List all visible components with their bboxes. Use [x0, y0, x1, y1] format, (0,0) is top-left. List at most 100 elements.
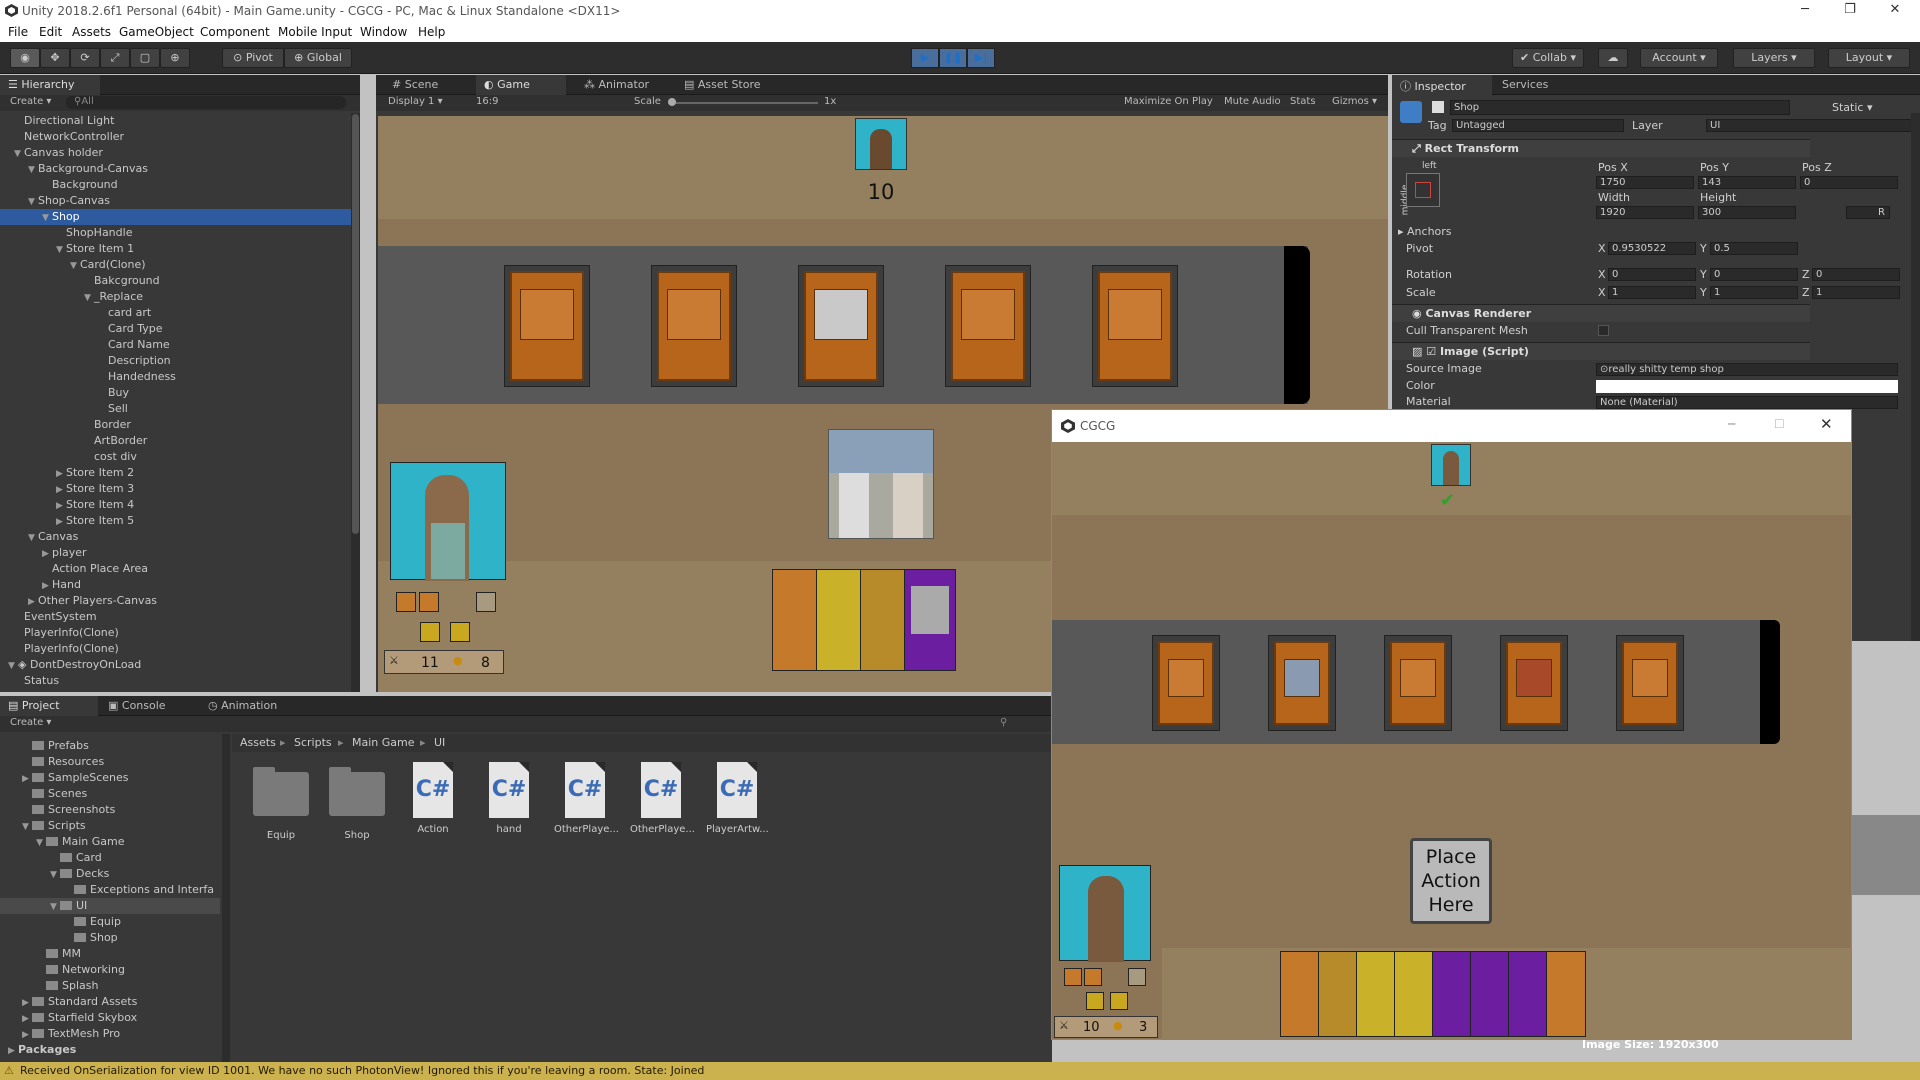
cgcg-equip-slot-2[interactable]	[1084, 968, 1102, 986]
expand-down-icon[interactable]: ▼	[50, 899, 60, 915]
hierarchy-item[interactable]: ShopHandle	[0, 225, 358, 241]
collapse-right-icon[interactable]: ▶	[22, 1027, 32, 1043]
pivot-y-field[interactable]: 0.5	[1710, 242, 1798, 255]
menu-component[interactable]: Component	[200, 25, 270, 39]
expand-down-icon[interactable]: ▼	[50, 867, 60, 883]
hierarchy-item[interactable]: NetworkController	[0, 129, 358, 145]
cgcg-shop-card-5[interactable]	[1616, 635, 1684, 731]
hierarchy-item[interactable]: ▶ Store Item 4	[0, 497, 358, 513]
breadcrumb-scripts[interactable]: Scripts	[294, 734, 332, 752]
hierarchy-item[interactable]: Background	[0, 177, 358, 193]
posx-field[interactable]: 1750	[1596, 176, 1694, 189]
project-search-icon[interactable]: ⚲	[1000, 717, 1007, 728]
rot-z-field[interactable]: 0	[1812, 268, 1900, 281]
project-folder-item[interactable]: ▼ UI	[0, 898, 220, 914]
stats-toggle[interactable]: Stats	[1290, 96, 1316, 107]
expand-down-icon[interactable]: ▼	[22, 819, 32, 835]
hierarchy-search-input[interactable]: ⚲All	[66, 96, 346, 109]
expand-down-icon[interactable]: ▼	[70, 258, 80, 274]
project-folder-item[interactable]: Networking	[0, 962, 220, 978]
shop-card-2[interactable]	[651, 265, 737, 387]
scale-slider[interactable]	[668, 102, 818, 104]
maximize-icon[interactable]: ❐	[1830, 2, 1870, 17]
expand-down-icon[interactable]: ▼	[14, 146, 24, 162]
hierarchy-item[interactable]: Buy	[0, 385, 358, 401]
hierarchy-item[interactable]: Card Type	[0, 321, 358, 337]
pivot-x-field[interactable]: 0.9530522	[1608, 242, 1696, 255]
mute-audio-toggle[interactable]: Mute Audio	[1224, 96, 1281, 107]
expand-down-icon[interactable]: ▼	[56, 242, 66, 258]
rect-transform-header[interactable]: ⤢ Rect Transform	[1392, 139, 1810, 157]
expand-down-icon[interactable]: ▼	[28, 530, 38, 546]
hierarchy-item[interactable]: Handedness	[0, 369, 358, 385]
asset-item[interactable]: C# OtherPlaye...	[554, 762, 619, 835]
cgcg-shop-card-3[interactable]	[1384, 635, 1452, 731]
cull-checkbox[interactable]	[1598, 325, 1609, 336]
menu-edit[interactable]: Edit	[39, 25, 62, 39]
tab-console[interactable]: ▣ Console	[100, 696, 186, 716]
cgcg-equip-slot-3[interactable]	[1128, 968, 1146, 986]
project-folder-item[interactable]: Shop	[0, 930, 220, 946]
hierarchy-scroll-thumb[interactable]	[352, 114, 359, 534]
cgcg-player-avatar[interactable]	[1059, 865, 1151, 962]
cgcg-shop-card-1[interactable]	[1152, 635, 1220, 731]
hierarchy-item[interactable]: Sell	[0, 401, 358, 417]
cgcg-hand-card-8[interactable]	[1546, 951, 1586, 1037]
collapse-right-icon[interactable]: ▶	[56, 466, 66, 482]
collapse-right-icon[interactable]: ▶	[56, 514, 66, 530]
project-folder-item[interactable]: ▶ Standard Assets	[0, 994, 220, 1010]
shop-card-4[interactable]	[945, 265, 1031, 387]
asset-item[interactable]: C# OtherPlaye...	[630, 762, 695, 835]
hierarchy-item[interactable]: Directional Light	[0, 113, 358, 129]
expand-down-icon[interactable]: ▼	[8, 658, 18, 674]
project-folder-item[interactable]: Prefabs	[0, 738, 220, 754]
project-folder-item[interactable]: ▼ Main Game	[0, 834, 220, 850]
project-folder-item[interactable]: ▶ TextMesh Pro	[0, 1026, 220, 1042]
menu-mobile-input[interactable]: Mobile Input	[278, 25, 352, 39]
tab-scene[interactable]: # Scene	[384, 75, 474, 95]
shop-card-3[interactable]	[798, 265, 884, 387]
project-folder-item[interactable]: ▼ Scripts	[0, 818, 220, 834]
hierarchy-scrollbar[interactable]	[351, 113, 360, 692]
menu-help[interactable]: Help	[418, 25, 445, 39]
cgcg-equip-slot-4[interactable]	[1086, 992, 1104, 1010]
collapse-right-icon[interactable]: ▶	[22, 1011, 32, 1027]
expand-down-icon[interactable]: ▼	[42, 210, 52, 226]
cgcg-opponent-avatar[interactable]	[1431, 444, 1471, 486]
cgcg-maximize-icon[interactable]: ☐	[1774, 417, 1785, 431]
project-tree-scrollbar[interactable]	[222, 734, 230, 1062]
hierarchy-item[interactable]: ▼ Background-Canvas	[0, 161, 358, 177]
expand-down-icon[interactable]: ▼	[36, 835, 46, 851]
status-message[interactable]: Received OnSerialization for view ID 100…	[20, 1062, 704, 1080]
display-dropdown[interactable]: Display 1 ▾	[388, 96, 443, 107]
rot-x-field[interactable]: 0	[1608, 268, 1696, 281]
hierarchy-item[interactable]: PlayerInfo(Clone)	[0, 641, 358, 657]
breadcrumb-assets[interactable]: Assets	[240, 734, 276, 752]
hierarchy-item[interactable]: Status	[0, 673, 358, 689]
collapse-right-icon[interactable]: ▶	[8, 1043, 18, 1059]
cgcg-minimize-icon[interactable]: ─	[1728, 417, 1735, 431]
cgcg-hand-card-4[interactable]	[1394, 951, 1434, 1037]
equip-slot-2[interactable]	[419, 592, 439, 612]
hierarchy-item[interactable]: Description	[0, 353, 358, 369]
hierarchy-item[interactable]: Bakcground	[0, 273, 358, 289]
project-folder-item[interactable]: Screenshots	[0, 802, 220, 818]
menu-gameobject[interactable]: GameObject	[119, 25, 194, 39]
project-folder-item[interactable]: ▶ Starfield Skybox	[0, 1010, 220, 1026]
expand-down-icon[interactable]: ▼	[84, 290, 94, 306]
project-folder-item[interactable]: ▶ Packages	[0, 1042, 220, 1058]
minimize-icon[interactable]: ─	[1785, 2, 1825, 17]
hierarchy-item[interactable]: ▶ Store Item 3	[0, 481, 358, 497]
hand-card-3[interactable]	[860, 569, 906, 671]
color-swatch[interactable]	[1596, 380, 1898, 393]
raw-edit-button[interactable]: R	[1846, 206, 1890, 219]
project-folder-item[interactable]: Resources	[0, 754, 220, 770]
hand-card-4[interactable]	[904, 569, 956, 671]
breadcrumb-ui[interactable]: UI	[434, 734, 445, 752]
asset-item[interactable]: C# hand	[478, 762, 540, 835]
maximize-on-play-toggle[interactable]: Maximize On Play	[1124, 96, 1213, 107]
menu-assets[interactable]: Assets	[72, 25, 111, 39]
hierarchy-item[interactable]: ▶ Store Item 2	[0, 465, 358, 481]
rot-y-field[interactable]: 0	[1710, 268, 1798, 281]
hierarchy-item[interactable]: ▶ player	[0, 545, 358, 561]
